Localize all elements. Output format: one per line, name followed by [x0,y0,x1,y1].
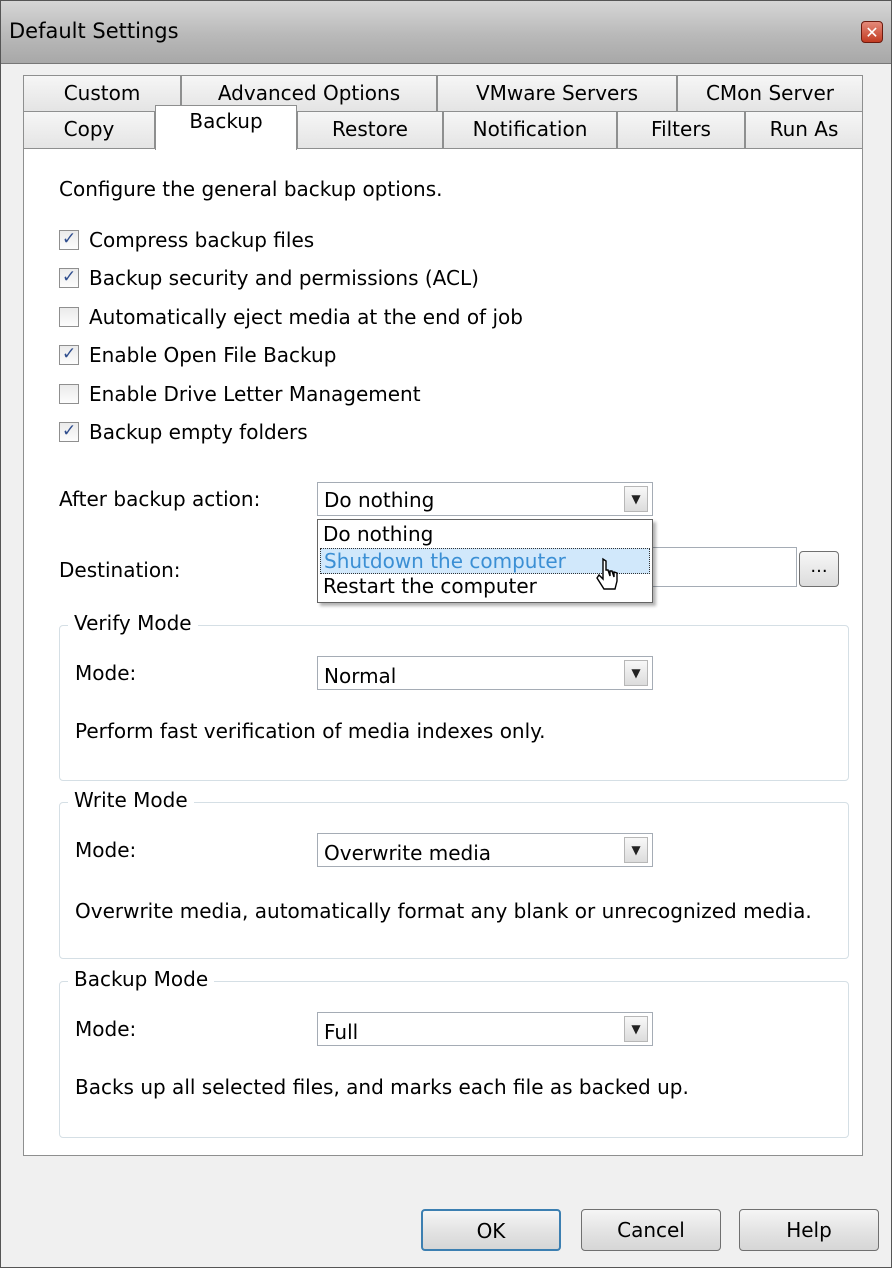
help-button[interactable]: Help [739,1209,879,1251]
chevron-down-icon[interactable]: ▼ [624,660,648,686]
verify-mode-title: Verify Mode [68,611,198,635]
hand-cursor-icon [596,557,618,590]
chevron-down-icon[interactable]: ▼ [624,486,648,512]
write-mode-value: Overwrite media [324,841,492,865]
destination-input[interactable] [641,547,797,587]
write-mode-select[interactable]: Overwrite media ▼ [317,833,653,867]
close-icon[interactable]: ✕ [861,21,883,43]
backup-mode-title: Backup Mode [68,967,215,991]
option-do-nothing[interactable]: Do nothing [320,522,650,548]
tab-backup[interactable]: Backup [155,105,297,150]
backup-security-checkbox[interactable]: ✓ [59,267,79,288]
compress-backup-files-checkbox[interactable]: ✓ [59,229,79,250]
backup-mode-label: Mode: [75,1017,137,1041]
write-mode-description: Overwrite media, automatically format an… [75,899,812,923]
tab-cmon-server[interactable]: CMon Server [677,75,863,111]
tab-restore[interactable]: Restore [297,111,443,149]
verify-mode-description: Perform fast verification of media index… [75,719,546,743]
check-mark-icon: ✓ [62,421,77,441]
drive-letter-management-checkbox[interactable] [59,384,79,404]
check-mark-icon: ✓ [62,267,77,287]
open-file-backup-label[interactable]: Enable Open File Backup [89,343,336,367]
after-backup-action-value: Do nothing [324,488,435,512]
chevron-down-icon[interactable]: ▼ [624,1016,648,1042]
tab-vmware-servers[interactable]: VMware Servers [437,75,677,111]
after-backup-action-select[interactable]: Do nothing ▼ [317,482,653,516]
backup-mode-group: Backup Mode [59,967,849,1138]
window-title: Default Settings [9,19,179,43]
tab-notification[interactable]: Notification [443,111,617,149]
verify-mode-group: Verify Mode [59,611,849,781]
backup-empty-folders-label[interactable]: Backup empty folders [89,420,308,444]
drive-letter-management-label[interactable]: Enable Drive Letter Management [89,382,421,406]
title-bar[interactable]: Default Settings ✕ [1,1,891,64]
tab-filters[interactable]: Filters [617,111,745,149]
backup-security-label[interactable]: Backup security and permissions (ACL) [89,266,479,290]
write-mode-group: Write Mode [59,788,849,959]
write-mode-label: Mode: [75,838,137,862]
backup-mode-description: Backs up all selected files, and marks e… [75,1075,689,1099]
check-mark-icon: ✓ [62,229,77,249]
verify-mode-value: Normal [324,664,397,688]
verify-mode-select[interactable]: Normal ▼ [317,656,653,690]
ok-button[interactable]: OK [421,1209,561,1251]
backup-mode-value: Full [324,1020,359,1044]
default-settings-dialog: Default Settings ✕ Custom Advanced Optio… [0,0,892,1268]
tab-run-as[interactable]: Run As [745,111,863,149]
write-mode-title: Write Mode [68,788,194,812]
compress-backup-files-label[interactable]: Compress backup files [89,228,314,252]
browse-destination-button[interactable]: ... [799,551,839,587]
tab-copy[interactable]: Copy [23,111,155,149]
eject-media-checkbox[interactable] [59,307,79,327]
backup-mode-select[interactable]: Full ▼ [317,1012,653,1046]
cancel-button[interactable]: Cancel [581,1209,721,1251]
check-mark-icon: ✓ [62,344,77,364]
destination-label: Destination: [59,558,181,582]
chevron-down-icon[interactable]: ▼ [624,837,648,863]
verify-mode-label: Mode: [75,661,137,685]
after-backup-action-label: After backup action: [59,487,261,511]
open-file-backup-checkbox[interactable]: ✓ [59,344,79,365]
eject-media-label[interactable]: Automatically eject media at the end of … [89,305,523,329]
intro-text: Configure the general backup options. [59,177,443,201]
backup-empty-folders-checkbox[interactable]: ✓ [59,421,79,442]
